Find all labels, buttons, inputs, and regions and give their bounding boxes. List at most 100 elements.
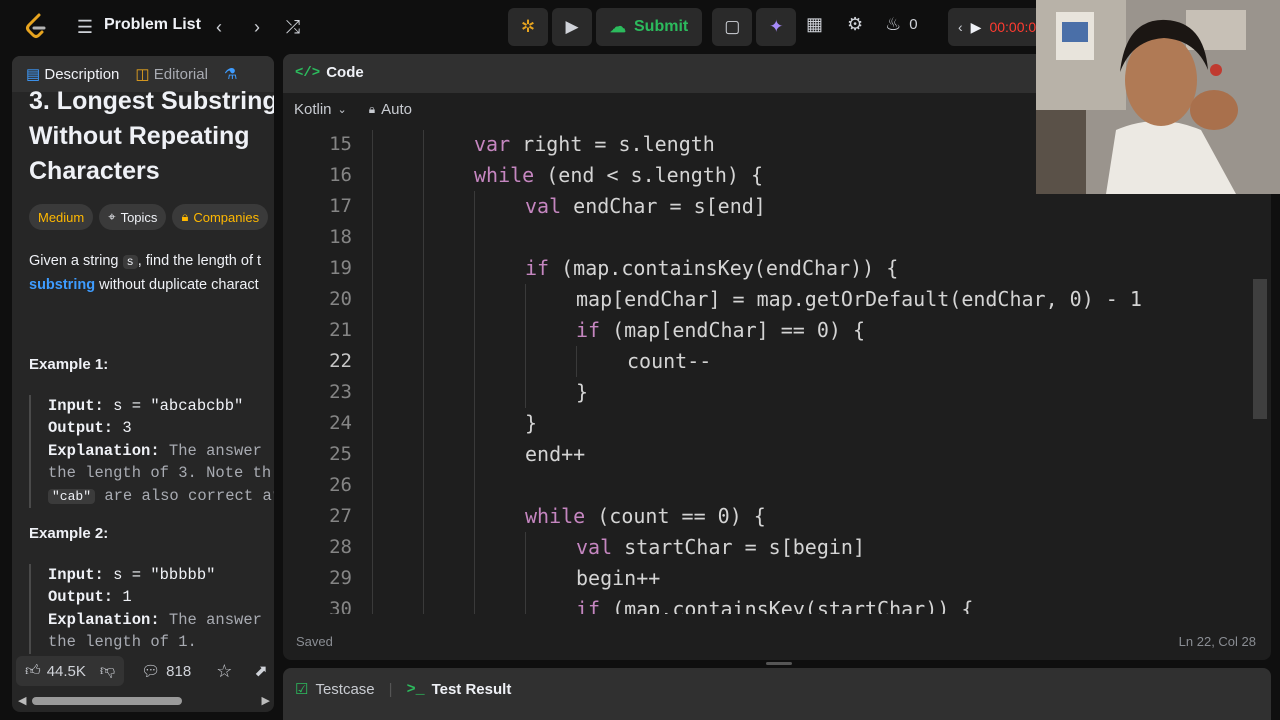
substring-link[interactable]: substring	[29, 277, 95, 293]
keyword: while	[525, 504, 586, 528]
topics-tag[interactable]: ⌖ Topics	[99, 204, 167, 230]
explanation-label: Explanation:	[48, 610, 160, 629]
comments-button[interactable]: 💬︎ 818	[132, 656, 200, 686]
indent-guide	[372, 130, 373, 160]
scroll-left-icon[interactable]: ◀	[18, 694, 26, 707]
code-line[interactable]: 26	[283, 470, 1271, 501]
output-label: Output:	[48, 419, 114, 438]
code-tab[interactable]: </> Code	[295, 64, 364, 81]
indent-guide	[474, 191, 475, 222]
cursor-position: Ln 22, Col 28	[1178, 634, 1256, 649]
next-problem-chevron-icon[interactable]: ›	[244, 14, 270, 40]
shuffle-icon[interactable]: ⤮	[280, 14, 306, 40]
code-line[interactable]: 29 begin++	[283, 563, 1271, 594]
code-text: }	[525, 411, 538, 435]
code-line[interactable]: 23}	[283, 377, 1271, 408]
language-select[interactable]: Kotlin ⌄	[294, 101, 347, 118]
tab-description[interactable]: ▤ Description	[26, 65, 119, 83]
prev-problem-chevron-icon[interactable]: ‹	[206, 14, 232, 40]
line-number: 26	[329, 474, 352, 496]
tag-row: Medium ⌖ Topics 🔒︎ Companies	[29, 204, 269, 230]
code-line[interactable]: 28 val startChar = s[begin]	[283, 532, 1271, 563]
document-icon: ▤	[26, 66, 41, 83]
companies-tag[interactable]: 🔒︎ Companies	[172, 204, 269, 230]
indent-guide	[423, 439, 424, 470]
scrollbar-thumb[interactable]	[32, 697, 182, 705]
example-1-title: Example 1:	[29, 356, 109, 373]
code-line[interactable]: 17 val endChar = s[end]	[283, 191, 1271, 222]
indent-guide	[372, 315, 373, 346]
indent-guide	[525, 346, 526, 377]
gear-icon[interactable]: ⚙	[847, 14, 863, 35]
indent-guide	[372, 253, 373, 284]
chevron-down-icon: ⌄	[337, 104, 347, 116]
indent-guide	[525, 594, 526, 614]
tab-editorial[interactable]: ◫ Editorial	[135, 65, 208, 83]
description-footer: 👍︎ 44.5K 👎︎ 💬︎ 818 ☆ ⬈	[12, 654, 274, 688]
scroll-right-icon[interactable]: ▶	[262, 694, 270, 707]
indent-guide	[423, 377, 424, 408]
description-panel: ▤ Description ◫ Editorial ⚗ 3. Longest S…	[12, 56, 274, 712]
tab-test-result[interactable]: >_ Test Result	[407, 681, 512, 698]
code-line[interactable]: 20 map[endChar] = map.getOrDefault(endCha…	[283, 284, 1271, 315]
run-button[interactable]: ▶	[552, 8, 592, 46]
code-text: while (end < s.length) {	[474, 163, 763, 187]
auto-mode[interactable]: 🔒︎ Auto	[369, 101, 412, 118]
tab-testcase[interactable]: ☑ Testcase	[295, 680, 375, 699]
desc-text: Given a string	[29, 253, 123, 269]
input-value: s = "bbbbb"	[103, 566, 216, 584]
indent-guide	[372, 439, 373, 470]
indent-guide	[372, 191, 373, 222]
code-text: }	[576, 380, 589, 404]
debug-button[interactable]: ✲	[508, 8, 548, 46]
editor-vertical-scrollbar[interactable]	[1253, 279, 1267, 419]
output-value: 3	[113, 419, 132, 438]
like-button[interactable]: 👍︎ 44.5K 👎︎	[16, 656, 125, 686]
line-number: 23	[329, 381, 352, 403]
horizontal-scrollbar[interactable]: ◀ ▶	[18, 694, 270, 708]
indent-guide	[525, 315, 526, 346]
layout-icon[interactable]: ▦	[806, 14, 823, 35]
star-icon[interactable]: ☆	[216, 661, 232, 682]
timer-play-icon[interactable]: ▶	[971, 19, 982, 36]
indent-guide	[423, 160, 424, 191]
indent-guide	[474, 284, 475, 315]
timer-collapse-chevron-icon[interactable]: ‹	[958, 19, 963, 35]
indent-guide	[423, 532, 424, 563]
checkbox-icon: ☑	[295, 681, 309, 698]
mode-label: Auto	[381, 101, 412, 118]
difficulty-badge: Medium	[29, 204, 94, 230]
problem-title: 3. Longest Substring Without Repeating C…	[29, 87, 274, 185]
keyword: if	[576, 318, 601, 342]
submit-button[interactable]: ☁ Submit	[596, 8, 703, 46]
code-line[interactable]: 21 if (map[endChar] == 0) {	[283, 315, 1271, 346]
thumbs-down-icon[interactable]: 👎︎	[100, 662, 115, 680]
code-line[interactable]: 27 while (count == 0) {	[283, 501, 1271, 532]
flask-icon[interactable]: ⚗	[224, 65, 237, 83]
run-submit-group: ✲ ▶ ☁ Submit ▢ ✦	[508, 8, 797, 46]
leetcode-logo-icon[interactable]	[22, 12, 52, 42]
problem-list-icon[interactable]: ☰	[72, 14, 98, 40]
line-number: 25	[329, 443, 352, 465]
code-line[interactable]: 19 if (map.containsKey(endChar)) {	[283, 253, 1271, 284]
streak-flame-icon[interactable]: ♨	[885, 14, 901, 35]
code-editor[interactable]: 15 var right = s.length 16 while (end < s.l…	[283, 130, 1271, 614]
code-line[interactable]: 30 if (map.containsKey(startChar)) {	[283, 594, 1271, 614]
problem-list-link[interactable]: Problem List	[104, 16, 201, 34]
timer[interactable]: ‹ ▶ 00:00:0	[948, 8, 1038, 46]
ai-assist-button[interactable]: ✦	[756, 8, 797, 46]
code-line[interactable]: 25 end++	[283, 439, 1271, 470]
indent-guide	[372, 408, 373, 439]
input-value: s = "abcabcbb"	[103, 397, 244, 415]
code-tab-label: Code	[326, 64, 364, 81]
code-line[interactable]: 24}	[283, 408, 1271, 439]
tab-divider: |	[388, 680, 393, 698]
panel-resize-handle[interactable]	[766, 662, 792, 665]
lock-icon: 🔒︎	[368, 102, 376, 116]
code-line[interactable]: 18	[283, 222, 1271, 253]
code-text: end++	[525, 442, 586, 466]
code-line[interactable]: 22 count--	[283, 346, 1271, 377]
share-icon[interactable]: ⬈	[254, 661, 267, 681]
note-button[interactable]: ▢	[712, 8, 753, 46]
keyword: if	[576, 597, 601, 614]
